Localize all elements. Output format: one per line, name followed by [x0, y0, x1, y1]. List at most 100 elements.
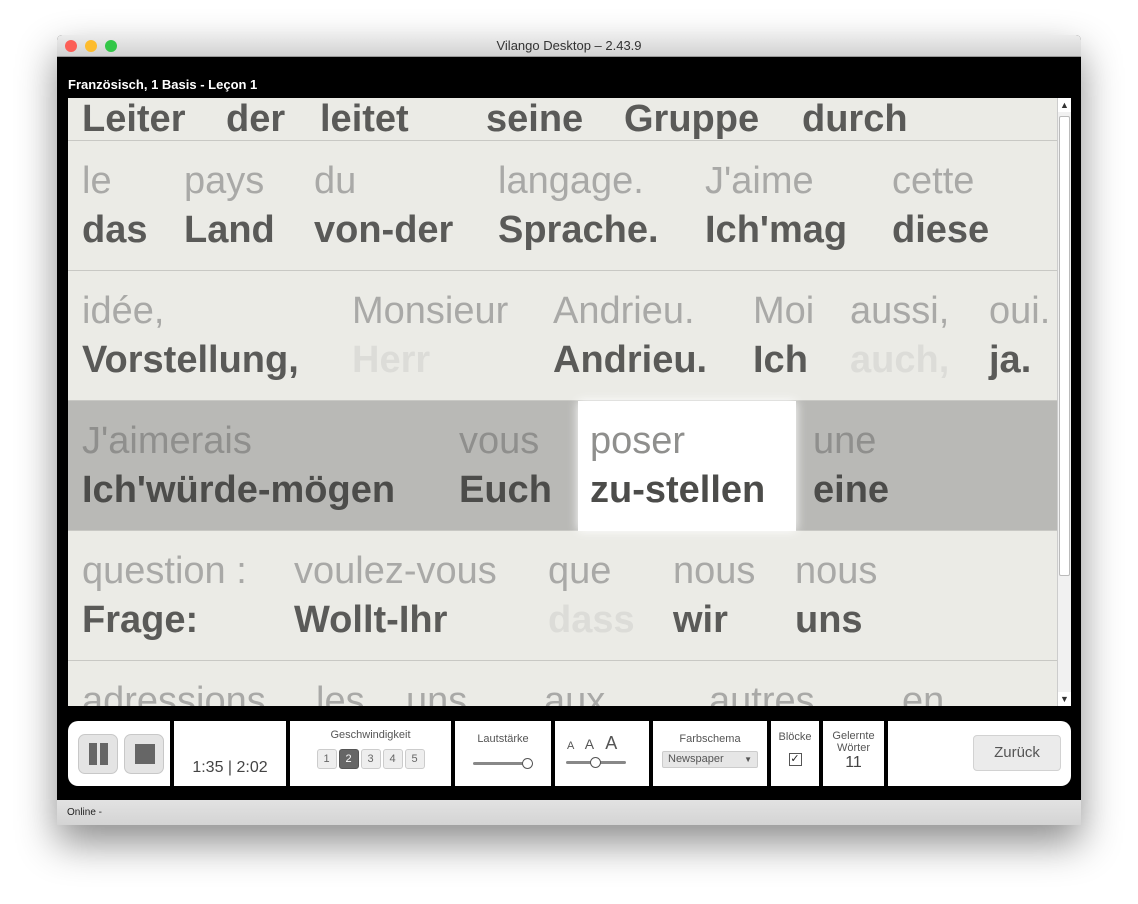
font-size-slider[interactable]	[566, 757, 626, 768]
font-large-label[interactable]: A	[605, 733, 617, 753]
vertical-scrollbar[interactable]: ▲ ▼	[1057, 98, 1071, 706]
word-pair[interactable]: J'aime Ich'mag	[705, 157, 847, 255]
color-scheme-label: Farbschema	[679, 733, 741, 745]
font-size-slider-knob[interactable]	[590, 757, 601, 768]
volume-panel: Lautstärke	[455, 721, 551, 786]
word-pair[interactable]: nous wir	[673, 547, 755, 645]
word-de: Frage:	[82, 599, 199, 641]
text-row: adressions les uns aux autres en	[68, 661, 1057, 706]
word-pair[interactable]: vous Euch	[459, 417, 552, 515]
word-fr[interactable]: uns	[406, 677, 467, 706]
stop-button[interactable]	[124, 734, 164, 774]
word-pair[interactable]: Moi Ich	[753, 287, 814, 385]
word-de: uns	[795, 599, 863, 641]
text-row: idée, Vorstellung, Monsieur Herr Andrieu. A…	[68, 271, 1057, 401]
learned-words-label-2: Wörter	[837, 742, 870, 754]
word-fr: idée,	[82, 290, 165, 332]
speed-panel: Geschwindigkeit 12345	[290, 721, 451, 786]
time-panel: 1:35 | 2:02	[174, 721, 286, 786]
word-de[interactable]: Leiter	[82, 98, 185, 140]
word-de: Herr	[352, 339, 431, 381]
word-pair[interactable]: aussi, auch,	[850, 287, 949, 385]
close-button[interactable]	[65, 40, 77, 52]
playback-panel	[68, 721, 170, 786]
word-pair[interactable]: idée, Vorstellung,	[82, 287, 299, 385]
word-de: dass	[548, 599, 635, 641]
volume-slider-knob[interactable]	[522, 758, 534, 769]
text-row-current: J'aimerais Ich'würde-mögen vous Euch poser…	[68, 401, 1057, 531]
word-pair[interactable]: que dass	[548, 547, 635, 645]
word-fr: que	[548, 550, 612, 592]
word-fr[interactable]: adressions	[82, 677, 266, 706]
word-de: Sprache.	[498, 209, 659, 251]
word-fr[interactable]: autres	[709, 677, 815, 706]
word-de[interactable]: seine	[486, 98, 583, 140]
speed-button-2[interactable]: 2	[338, 749, 359, 769]
word-fr: langage.	[498, 160, 644, 202]
word-de: eine	[813, 469, 890, 511]
volume-slider[interactable]	[473, 758, 534, 769]
word-pair[interactable]: voulez-vous Wollt-Ihr	[294, 547, 497, 645]
word-pair[interactable]: langage. Sprache.	[498, 157, 659, 255]
word-pair[interactable]: Monsieur Herr	[352, 287, 508, 385]
word-fr: Monsieur	[352, 290, 509, 332]
text-row: question : Frage: voulez-vous Wollt-Ihr qu…	[68, 531, 1057, 661]
word-de[interactable]: Gruppe	[624, 98, 759, 140]
back-panel: Zurück	[888, 721, 1071, 786]
word-pair[interactable]: cette diese	[892, 157, 989, 255]
word-de: das	[82, 209, 148, 251]
current-word[interactable]: poser zu-stellen	[578, 401, 796, 531]
word-fr[interactable]: aux	[544, 677, 605, 706]
minimize-button[interactable]	[85, 40, 97, 52]
word-fr[interactable]: en	[902, 677, 944, 706]
word-pair[interactable]: le das	[82, 157, 147, 255]
word-de[interactable]: leitet	[320, 98, 409, 140]
word-pair[interactable]: du von-der	[314, 157, 453, 255]
zoom-button[interactable]	[105, 40, 117, 52]
speed-button-4[interactable]: 4	[382, 749, 403, 769]
back-button[interactable]: Zurück	[973, 735, 1061, 771]
word-pair[interactable]: pays Land	[184, 157, 275, 255]
font-small-label[interactable]: A	[567, 740, 574, 752]
word-pair[interactable]: question : Frage:	[82, 547, 247, 645]
word-fr: du	[314, 160, 357, 202]
learned-words-count: 11	[845, 754, 862, 771]
text-row: Leiter der leitet seine Gruppe durch	[68, 98, 1057, 141]
pause-button[interactable]	[78, 734, 118, 774]
blocks-checkbox[interactable]: ✓	[788, 753, 802, 766]
word-fr: nous	[673, 550, 756, 592]
speed-button-1[interactable]: 1	[316, 749, 337, 769]
speed-button-5[interactable]: 5	[404, 749, 425, 769]
word-pair[interactable]: nous uns	[795, 547, 877, 645]
color-scheme-select[interactable]: Newspaper ▼	[662, 751, 758, 768]
word-fr: J'aime	[705, 160, 814, 202]
scroll-down-arrow-icon[interactable]: ▼	[1058, 692, 1071, 706]
word-de: ja.	[989, 339, 1032, 381]
title-bar: Vilango Desktop – 2.43.9	[57, 35, 1081, 57]
word-de: Euch	[459, 469, 552, 511]
word-pair[interactable]: J'aimerais Ich'würde-mögen	[82, 417, 395, 515]
speed-label: Geschwindigkeit	[330, 729, 411, 741]
blocks-label: Blöcke	[778, 731, 812, 743]
word-fr: Moi	[753, 290, 815, 332]
word-pair[interactable]: une eine	[813, 417, 889, 515]
color-scheme-panel: Farbschema Newspaper ▼	[653, 721, 767, 786]
speed-button-3[interactable]: 3	[360, 749, 381, 769]
scroll-thumb[interactable]	[1059, 116, 1070, 576]
word-pair[interactable]: Andrieu. Andrieu.	[553, 287, 707, 385]
word-de: Ich	[753, 339, 808, 381]
scroll-up-arrow-icon[interactable]: ▲	[1058, 98, 1071, 112]
word-fr: le	[82, 160, 112, 202]
word-de[interactable]: der	[226, 98, 285, 140]
time-display: 1:35 | 2:02	[192, 759, 268, 776]
word-de: wir	[673, 599, 728, 641]
word-fr: poser	[590, 420, 686, 462]
word-de: Vorstellung,	[82, 339, 299, 381]
word-fr: vous	[459, 420, 540, 462]
word-fr[interactable]: les	[316, 677, 365, 706]
word-pair[interactable]: oui. ja.	[989, 287, 1050, 385]
word-fr: Andrieu.	[553, 290, 695, 332]
control-bar: 1:35 | 2:02 Geschwindigkeit 12345 Lautst…	[68, 721, 1071, 786]
font-medium-label[interactable]: A	[585, 736, 594, 752]
word-de[interactable]: durch	[802, 98, 908, 140]
